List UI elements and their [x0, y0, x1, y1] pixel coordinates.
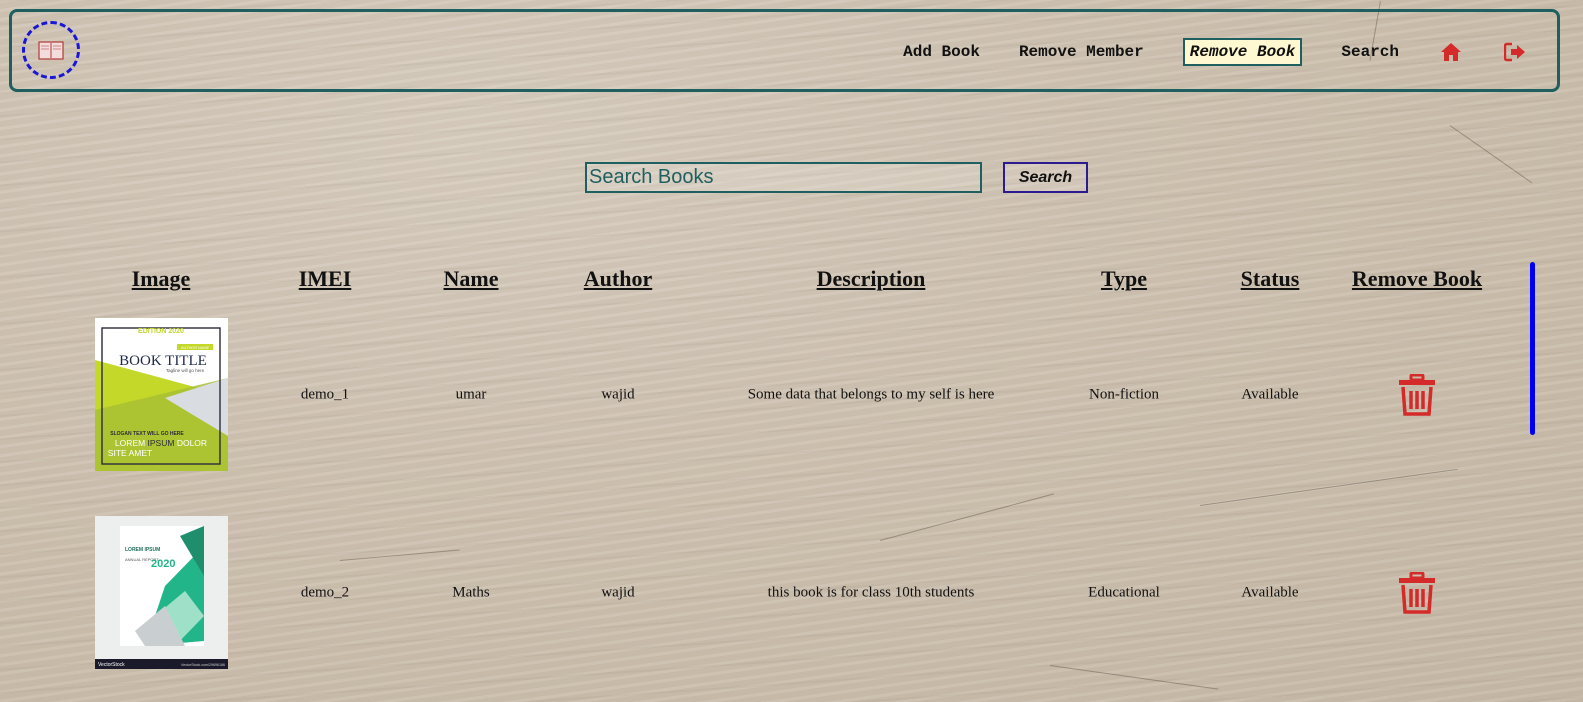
trash-icon[interactable] [1398, 373, 1436, 416]
nav-search[interactable]: Search [1341, 43, 1399, 61]
cover-lorem-3: DOLOR [177, 438, 207, 448]
column-header-image: Image [131, 266, 191, 291]
cell-imei: demo_2 [300, 584, 350, 601]
column-header-imei: IMEI [298, 266, 352, 291]
cell-description: Some data that belongs to my self is her… [747, 386, 995, 403]
nav-add-book[interactable]: Add Book [903, 43, 980, 61]
nav-remove-member[interactable]: Remove Member [1019, 43, 1144, 61]
search-button[interactable]: Search [1003, 162, 1088, 193]
svg-text:LOREM IPSUM DOLOR: LOREM IPSUM DOLOR [115, 438, 207, 448]
trash-icon[interactable] [1398, 571, 1436, 614]
column-header-status: Status [1240, 266, 1300, 291]
search-input[interactable] [585, 162, 982, 193]
cover-title: BOOK TITLE [119, 353, 207, 369]
book-logo-icon[interactable] [22, 21, 80, 79]
cell-description: this book is for class 10th students [767, 584, 975, 601]
cell-imei: demo_1 [300, 386, 350, 403]
cover2-footer-left: VectorStock [98, 662, 125, 668]
scrollbar-thumb[interactable] [1530, 262, 1535, 435]
cell-author: wajid [601, 584, 635, 601]
cell-author: wajid [601, 386, 635, 403]
column-header-remove-book: Remove Book [1351, 266, 1483, 291]
cover-lorem-2: IPSUM [148, 438, 175, 448]
cell-type: Educational [1088, 584, 1160, 601]
column-header-name: Name [443, 266, 499, 291]
cover2-title: LOREM IPSUM [125, 547, 160, 553]
cover2-footer-right: VectorStock.com/29696186 [181, 663, 225, 667]
cell-name: umar [455, 386, 487, 403]
cover-edition: EDITION 2020 [138, 328, 184, 335]
nav-remove-book[interactable]: Remove Book [1182, 38, 1303, 66]
cover2-year: 2020 [151, 558, 175, 570]
column-header-type: Type [1100, 266, 1148, 291]
cell-type: Non-fiction [1089, 386, 1159, 403]
cell-status: Available [1241, 386, 1299, 403]
logout-icon[interactable] [1503, 40, 1527, 64]
cell-status: Available [1241, 584, 1299, 601]
column-header-description: Description [816, 266, 926, 291]
cover-lorem-1: LOREM [115, 438, 145, 448]
cover-tagline: Tagline will go here [166, 368, 205, 373]
book-cover-image: LOREM IPSUM ANNUAL REPORT 2020 VectorSto… [95, 516, 228, 669]
cell-name: Maths [452, 584, 490, 601]
cover-lorem-4: SITE AMET [108, 448, 152, 458]
cover-badge: AUTHOR NAME [181, 346, 210, 350]
cover-slogan: SLOGAN TEXT WILL GO HERE [110, 431, 184, 437]
book-cover-image: EDITION 2020 AUTHOR NAME BOOK TITLE Tagl… [95, 318, 228, 471]
top-navbar: Add Book Remove Member Remove Book Searc… [9, 9, 1560, 92]
home-icon[interactable] [1439, 40, 1463, 64]
column-header-author: Author [583, 266, 653, 291]
